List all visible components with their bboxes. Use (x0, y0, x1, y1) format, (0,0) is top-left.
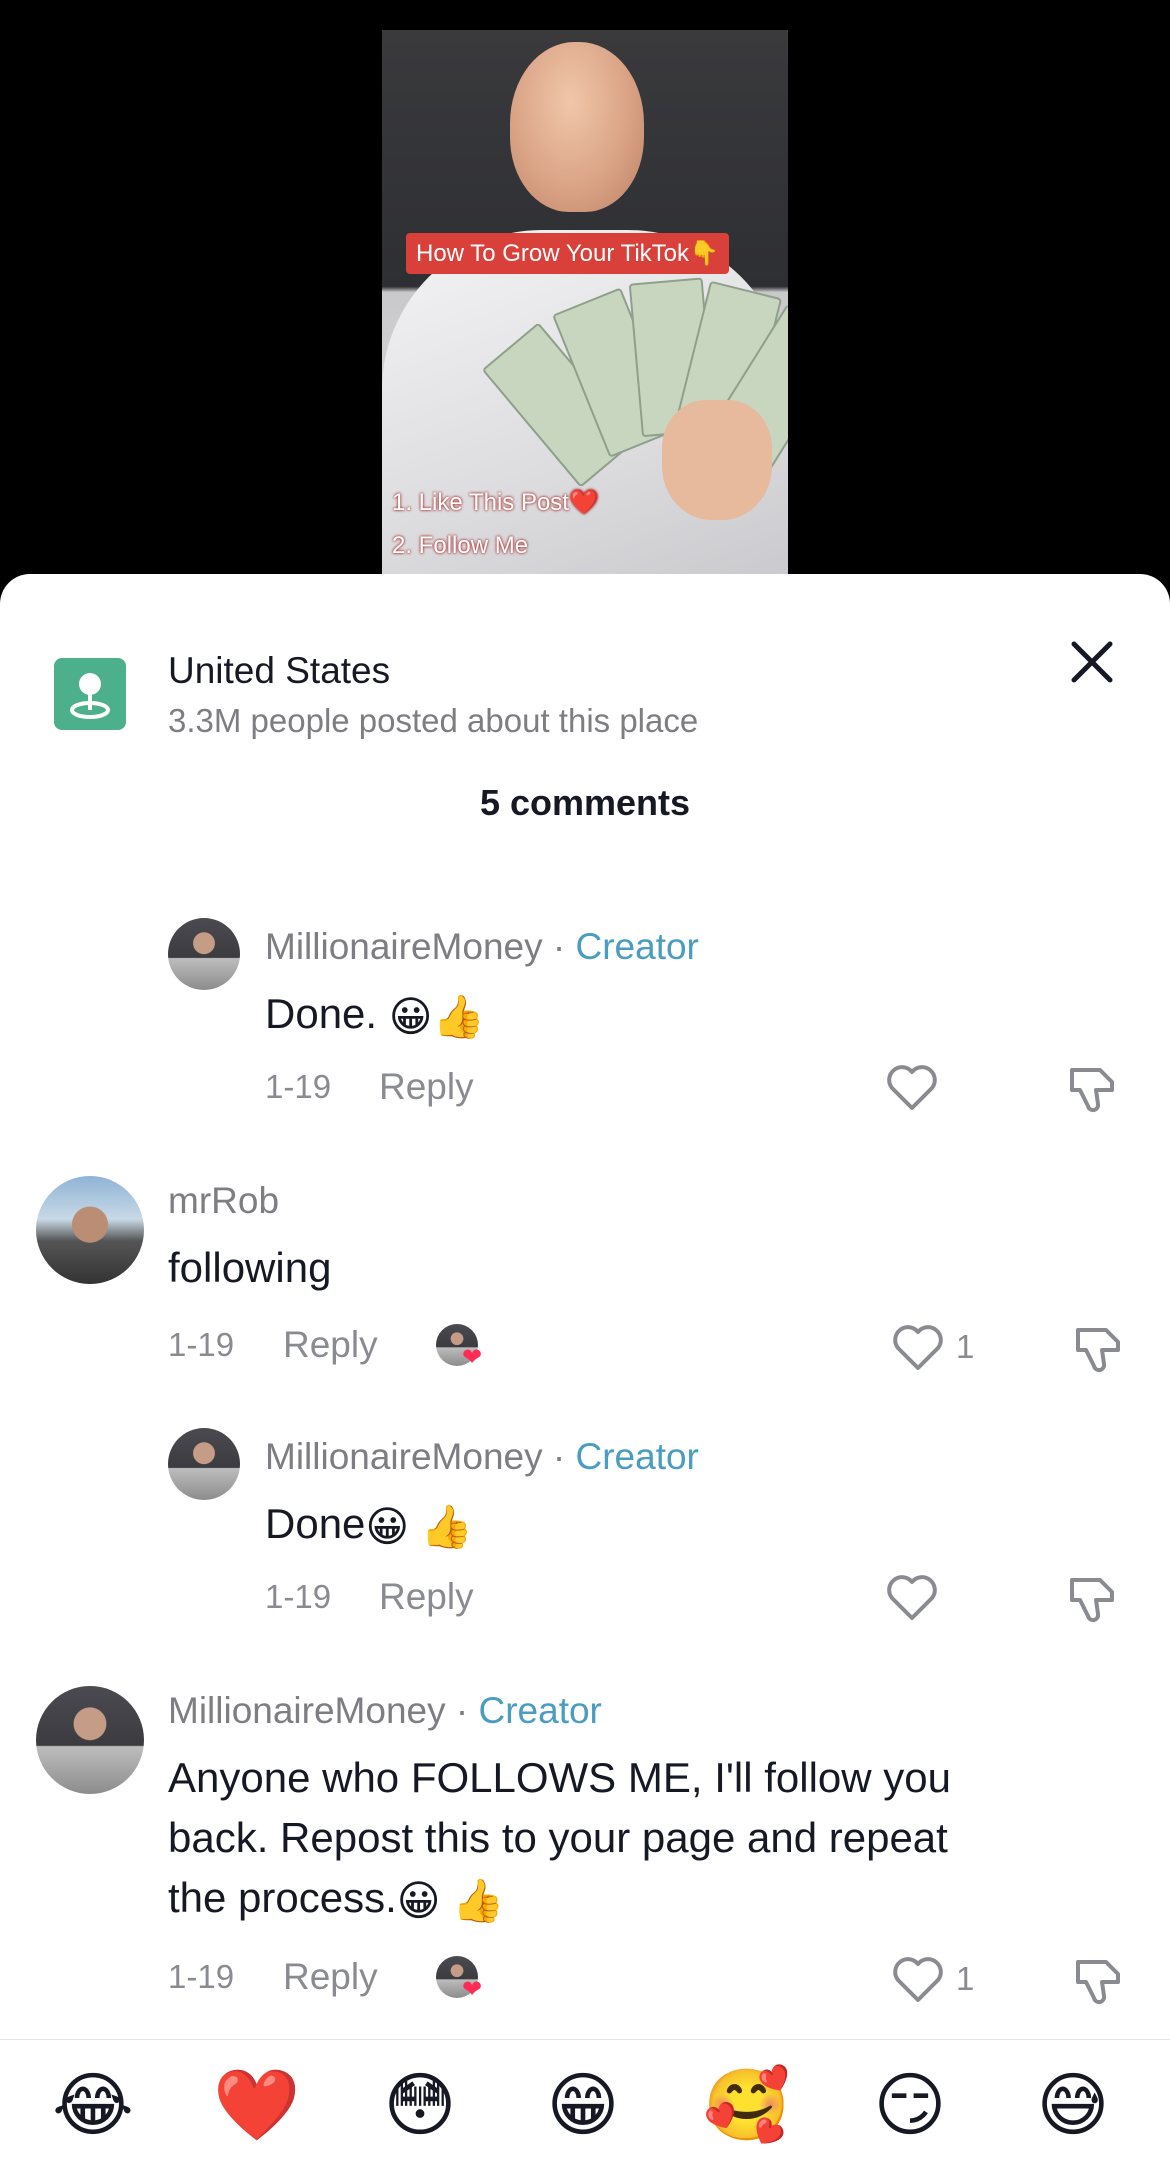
thumbs-down-icon[interactable] (1066, 1064, 1118, 1114)
video-person-head (510, 42, 644, 212)
emoji-quick-bar: 😂 ❤️ 😳 😁 🥰 😏 😅 (0, 2060, 1170, 2160)
emoji-button-grin[interactable]: 😁 (538, 2060, 628, 2150)
creator-badge: Creator (575, 926, 699, 967)
avatar[interactable] (168, 918, 240, 990)
avatar[interactable] (36, 1176, 144, 1284)
place-title: United States (168, 650, 391, 691)
video-hand (662, 400, 772, 520)
emoji-button-joy[interactable]: 😂 (48, 2060, 138, 2150)
emoji-button-hearts-face[interactable]: 🥰 (702, 2060, 792, 2150)
reply-button[interactable]: Reply (379, 1066, 474, 1108)
comment-text: Done😀 👍 (265, 1500, 474, 1550)
creator-badge: Creator (575, 1436, 699, 1477)
video-caption-title: How To Grow Your TikTok👇 (406, 233, 729, 274)
emoji-bar-divider (0, 2039, 1170, 2040)
emoji-button-heart[interactable]: ❤️ (212, 2060, 302, 2150)
thumbs-down-icon[interactable] (1072, 1324, 1124, 1374)
comment-text: Done. 😀👍 (265, 990, 485, 1040)
place-subtitle: 3.3M people posted about this place (168, 702, 699, 739)
video-player[interactable]: How To Grow Your TikTok👇 1. Like This Po… (0, 0, 1170, 600)
avatar[interactable] (36, 1686, 144, 1794)
video-caption-line-2: 2. Follow Me (392, 532, 529, 559)
comment-item: MillionaireMoney · Creator Anyone who FO… (0, 1686, 1170, 2016)
comment-author[interactable]: MillionaireMoney · Creator (265, 1436, 699, 1478)
comments-count: 5 comments (479, 782, 691, 823)
comment-date: 1-19 (265, 1068, 332, 1105)
comment-date: 1-19 (265, 1578, 332, 1615)
video-frame[interactable]: How To Grow Your TikTok👇 1. Like This Po… (382, 30, 788, 600)
emoji-button-smirk[interactable]: 😏 (865, 2060, 955, 2150)
emoji-button-flushed[interactable]: 😳 (375, 2060, 465, 2150)
reply-button[interactable]: Reply (379, 1576, 474, 1618)
heart-outline-icon[interactable] (892, 1324, 944, 1372)
place-header[interactable]: United States 3.3M people posted about t… (0, 610, 1170, 739)
avatar[interactable] (168, 1428, 240, 1500)
comment-text: following (168, 1244, 332, 1291)
like-count: 1 (956, 1328, 975, 1365)
comment-reply: MillionaireMoney · Creator Done. 😀👍 1-19… (0, 918, 1170, 1138)
comment-reply: MillionaireMoney · Creator Done😀 👍 1-19 … (0, 1428, 1170, 1648)
comment-date: 1-19 (168, 1326, 235, 1363)
comment-item: mrRob following 1-19 Reply ❤ 1 (0, 1176, 1170, 1386)
close-icon[interactable] (1064, 634, 1120, 690)
heart-outline-icon[interactable] (886, 1574, 938, 1622)
creator-liked-heart-icon: ❤ (462, 1344, 483, 1371)
thumbs-down-icon[interactable] (1072, 1956, 1124, 2006)
comment-author[interactable]: MillionaireMoney · Creator (168, 1690, 602, 1732)
heart-outline-icon[interactable] (886, 1064, 938, 1112)
video-caption-line-1: 1. Like This Post❤️ (392, 489, 599, 516)
thumbs-down-icon[interactable] (1066, 1574, 1118, 1624)
emoji-button-sweat-smile[interactable]: 😅 (1028, 2060, 1118, 2150)
creator-liked-heart-icon: ❤ (462, 1976, 483, 2003)
heart-outline-icon[interactable] (892, 1956, 944, 2004)
comment-author[interactable]: MillionaireMoney · Creator (265, 926, 699, 968)
comment-date: 1-19 (168, 1958, 235, 1995)
creator-badge: Creator (478, 1690, 602, 1731)
reply-button[interactable]: Reply (283, 1324, 378, 1366)
like-count: 1 (956, 1960, 975, 1997)
comment-author[interactable]: mrRob (168, 1180, 279, 1222)
reply-button[interactable]: Reply (283, 1956, 378, 1998)
comment-text: Anyone who FOLLOWS ME, I'll follow you b… (168, 1754, 951, 1924)
location-pin-icon (54, 658, 126, 730)
